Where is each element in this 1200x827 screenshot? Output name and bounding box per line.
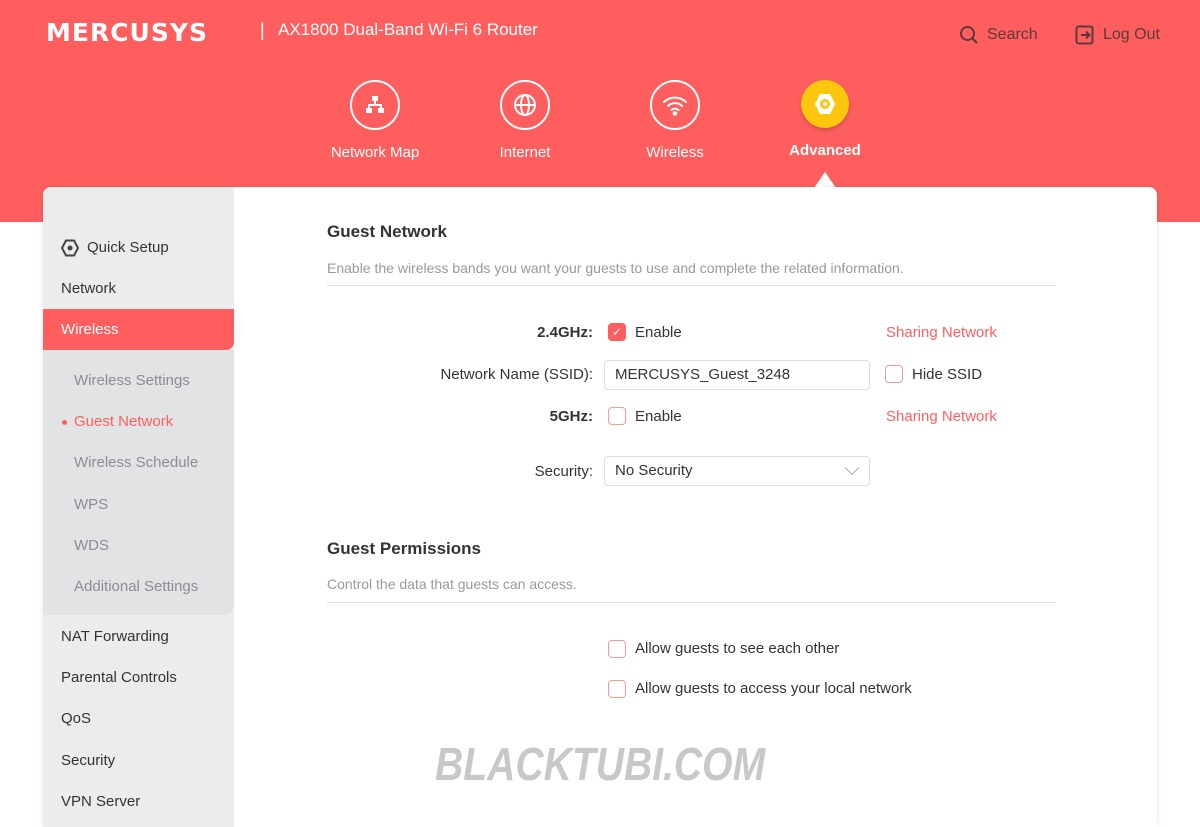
nav-label: Network Map [330,144,420,161]
security-select[interactable]: No Security [604,456,870,486]
wireless-submenu: Wireless Settings Guest Network Wireless… [43,350,234,615]
nav-label: Wireless [646,144,704,161]
sidebar-item-parental-controls[interactable]: Parental Controls [43,657,234,698]
submenu-label: Guest Network [74,413,174,430]
globe-icon [514,94,536,116]
ssid-input[interactable]: MERCUSYS_Guest_3248 [604,360,870,390]
submenu-additional-settings[interactable]: Additional Settings [74,578,198,595]
sidebar-item-qos[interactable]: QoS [43,698,234,739]
ssid-label: Network Name (SSID): [440,366,593,383]
band24-label: 2.4GHz: [537,324,593,341]
sidebar-item-label: Quick Setup [87,239,169,256]
model-title: AX1800 Dual-Band Wi-Fi 6 Router [278,20,538,39]
band24-sharing-network-link[interactable]: Sharing Network [886,324,997,341]
nav-advanced[interactable]: Advanced [750,80,900,159]
chevron-down-icon [844,460,860,476]
band5-label: 5GHz: [549,408,593,425]
logout-label: Log Out [1103,26,1160,43]
submenu-wireless-settings[interactable]: Wireless Settings [74,372,190,389]
band5-sharing-network-link[interactable]: Sharing Network [886,408,997,425]
nav-network-map[interactable]: Network Map [300,80,450,161]
nav-internet[interactable]: Internet [450,80,600,161]
gear-icon [815,94,835,114]
sidebar: Quick Setup Network Wireless Settings Gu… [43,187,234,827]
nav-label: Advanced [789,142,861,159]
hide-ssid-label: Hide SSID [912,366,983,383]
band24-enable-checkbox[interactable]: ✓ [608,323,626,341]
submenu-wireless-schedule[interactable]: Wireless Schedule [74,454,198,471]
logout-button[interactable]: Log Out [1075,25,1160,45]
divider [327,602,1056,603]
brand-logo: MERCUSYS [46,18,208,47]
search-label: Search [987,26,1038,43]
search-icon [960,26,978,44]
nav-label: Internet [499,144,551,161]
logout-icon [1075,25,1094,45]
guest-network-title: Guest Network [327,222,447,241]
active-dot [62,420,67,425]
sidebar-item-vpn-server[interactable]: VPN Server [43,781,234,822]
submenu-wds[interactable]: WDS [74,537,109,554]
search-button[interactable]: Search [959,25,1038,45]
sidebar-item-nat-forwarding[interactable]: NAT Forwarding [43,616,234,657]
see-each-other-label: Allow guests to see each other [635,640,840,657]
security-value: No Security [615,462,693,479]
band5-enable-label: Enable [635,408,682,425]
quick-setup-icon [61,239,79,256]
active-nav-pointer [814,172,836,188]
band5-enable-checkbox[interactable] [608,407,626,425]
band24-enable-label: Enable [635,324,682,341]
security-label: Security: [534,463,593,480]
wifi-icon [663,96,687,116]
hide-ssid-checkbox[interactable] [885,365,903,383]
content-card: Quick Setup Network Wireless Settings Gu… [43,187,1157,827]
sidebar-item-wireless[interactable]: Wireless [43,309,234,350]
divider [327,285,1056,286]
guest-network-desc: Enable the wireless bands you want your … [327,260,904,276]
access-local-label: Allow guests to access your local networ… [635,680,912,697]
sidebar-item-quick-setup[interactable]: Quick Setup [43,227,234,268]
sidebar-item-security[interactable]: Security [43,740,234,781]
submenu-guest-network[interactable]: Guest Network [62,413,174,430]
access-local-checkbox[interactable] [608,680,626,698]
separator: | [260,20,265,40]
submenu-wps[interactable]: WPS [74,496,108,513]
guest-permissions-title: Guest Permissions [327,539,482,558]
sidebar-item-network[interactable]: Network [43,268,234,309]
network-map-icon [366,96,384,113]
watermark: BLACKTUBI.COM [435,738,766,790]
nav-wireless[interactable]: Wireless [600,80,750,161]
guest-permissions-desc: Control the data that guests can access. [327,576,577,592]
see-each-other-checkbox[interactable] [608,640,626,658]
